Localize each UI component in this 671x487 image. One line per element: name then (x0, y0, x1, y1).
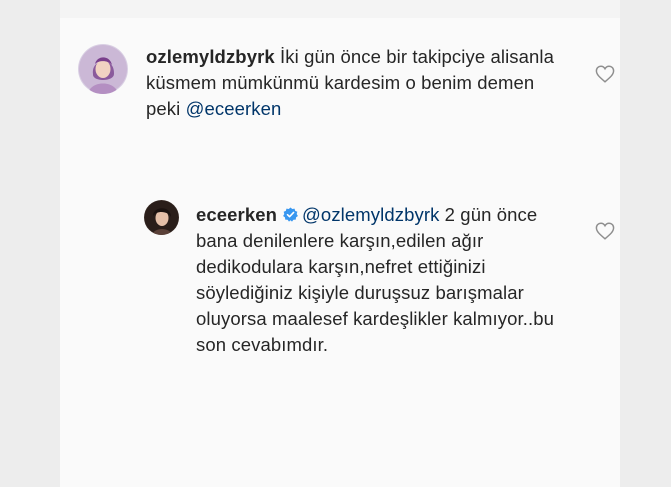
heart-outline-icon (595, 65, 615, 83)
comment-mention[interactable]: @eceerken (186, 98, 282, 119)
comment-body: ozlemyldzbyrk İki gün önce bir takipciye… (146, 44, 564, 122)
top-divider (60, 0, 620, 18)
heart-outline-icon (595, 222, 615, 240)
comment-username[interactable]: ozlemyldzbyrk (146, 46, 275, 67)
verified-badge-icon (283, 207, 298, 222)
reply-text: 2 gün önce bana denilenlere karşın,edile… (196, 204, 555, 355)
avatar[interactable] (78, 44, 128, 94)
reply-username[interactable]: eceerken (196, 204, 277, 225)
like-button[interactable] (595, 65, 615, 83)
reply-mention[interactable]: @ozlemyldzbyrk (302, 204, 439, 225)
avatar[interactable] (144, 200, 179, 235)
reply-body: eceerken @ozlemyldzbyrk 2 gün önce bana … (196, 202, 568, 358)
avatar-photo-icon (78, 44, 128, 94)
avatar-photo-icon (144, 200, 179, 235)
like-button[interactable] (595, 222, 615, 240)
